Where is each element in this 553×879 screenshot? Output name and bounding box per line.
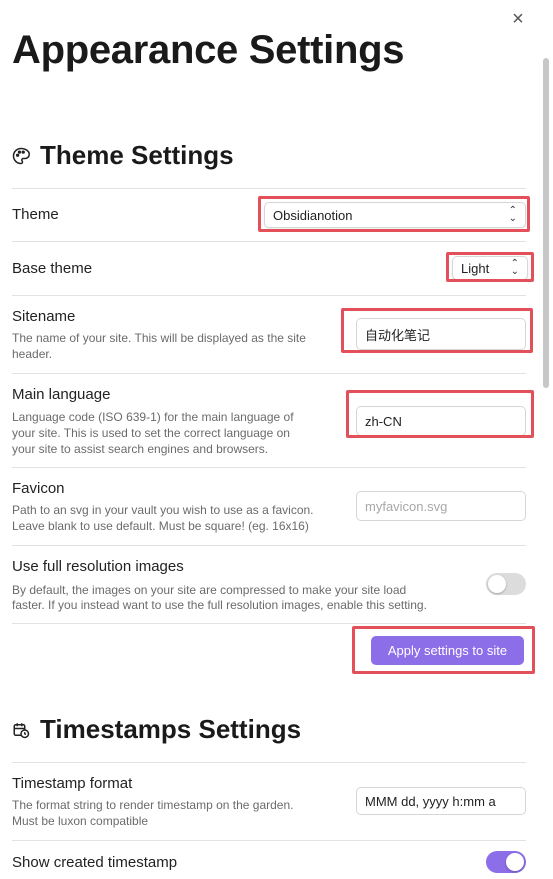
language-desc: Language code (ISO 639-1) for the main l… <box>12 410 294 424</box>
theme-label: Theme <box>12 206 59 223</box>
timestamps-settings-heading: Timestamps Settings <box>12 714 301 745</box>
page-title: Appearance Settings <box>12 28 405 72</box>
theme-select-value: Obsidianotion <box>273 207 353 223</box>
divider <box>12 295 526 296</box>
toggle-knob <box>488 575 506 593</box>
chevron-updown-icon: ⌃ ⌄ <box>508 205 517 224</box>
show-created-toggle[interactable] <box>486 851 526 873</box>
sitename-label: Sitename <box>12 308 76 325</box>
timestamp-format-desc: Must be luxon compatible <box>12 814 149 828</box>
full-res-desc: By default, the images on your site are … <box>12 583 407 597</box>
divider <box>12 373 526 374</box>
base-theme-select[interactable]: Light ⌃ ⌄ <box>452 256 528 280</box>
calendar-clock-icon <box>13 722 30 738</box>
chevron-updown-icon: ⌃ ⌄ <box>510 258 519 277</box>
scrollbar-thumb[interactable] <box>543 58 549 388</box>
divider <box>12 545 526 546</box>
full-res-desc: faster. If you instead want to use the f… <box>12 598 427 612</box>
base-theme-label: Base theme <box>12 260 93 277</box>
sitename-input[interactable]: 自动化笔记 <box>356 318 526 350</box>
divider <box>12 467 526 468</box>
show-created-label: Show created timestamp <box>12 854 178 871</box>
section-title: Timestamps Settings <box>40 714 302 744</box>
language-input[interactable]: zh-CN <box>356 406 526 436</box>
divider <box>12 840 526 841</box>
divider <box>12 762 526 763</box>
timestamp-format-input[interactable]: MMM dd, yyyy h:mm a <box>356 787 526 815</box>
theme-select[interactable]: Obsidianotion ⌃ ⌄ <box>264 202 526 228</box>
favicon-desc: Leave blank to use default. Must be squa… <box>12 519 309 533</box>
favicon-input[interactable]: myfavicon.svg <box>356 491 526 521</box>
sitename-desc: The name of your site. This will be disp… <box>12 331 306 345</box>
toggle-knob <box>506 853 524 871</box>
timestamp-format-desc: The format string to render timestamp on… <box>12 798 294 812</box>
palette-icon <box>12 147 30 164</box>
language-desc: your site. This is used to set the corre… <box>12 426 290 440</box>
apply-settings-button[interactable]: Apply settings to site <box>371 636 524 665</box>
divider <box>12 623 526 624</box>
full-res-label: Use full resolution images <box>12 558 184 575</box>
theme-settings-heading: Theme Settings <box>12 140 234 171</box>
base-theme-select-value: Light <box>461 260 490 276</box>
language-label: Main language <box>12 386 111 403</box>
language-desc: your site to assist search engines and b… <box>12 442 269 456</box>
timestamp-format-label: Timestamp format <box>12 775 133 792</box>
divider <box>12 188 526 189</box>
close-icon[interactable]: × <box>507 8 529 30</box>
section-title: Theme Settings <box>40 140 234 170</box>
full-res-toggle[interactable] <box>486 573 526 595</box>
divider <box>12 241 526 242</box>
sitename-desc: header. <box>12 347 53 361</box>
favicon-desc: Path to an svg in your vault you wish to… <box>12 503 314 517</box>
favicon-label: Favicon <box>12 480 65 497</box>
